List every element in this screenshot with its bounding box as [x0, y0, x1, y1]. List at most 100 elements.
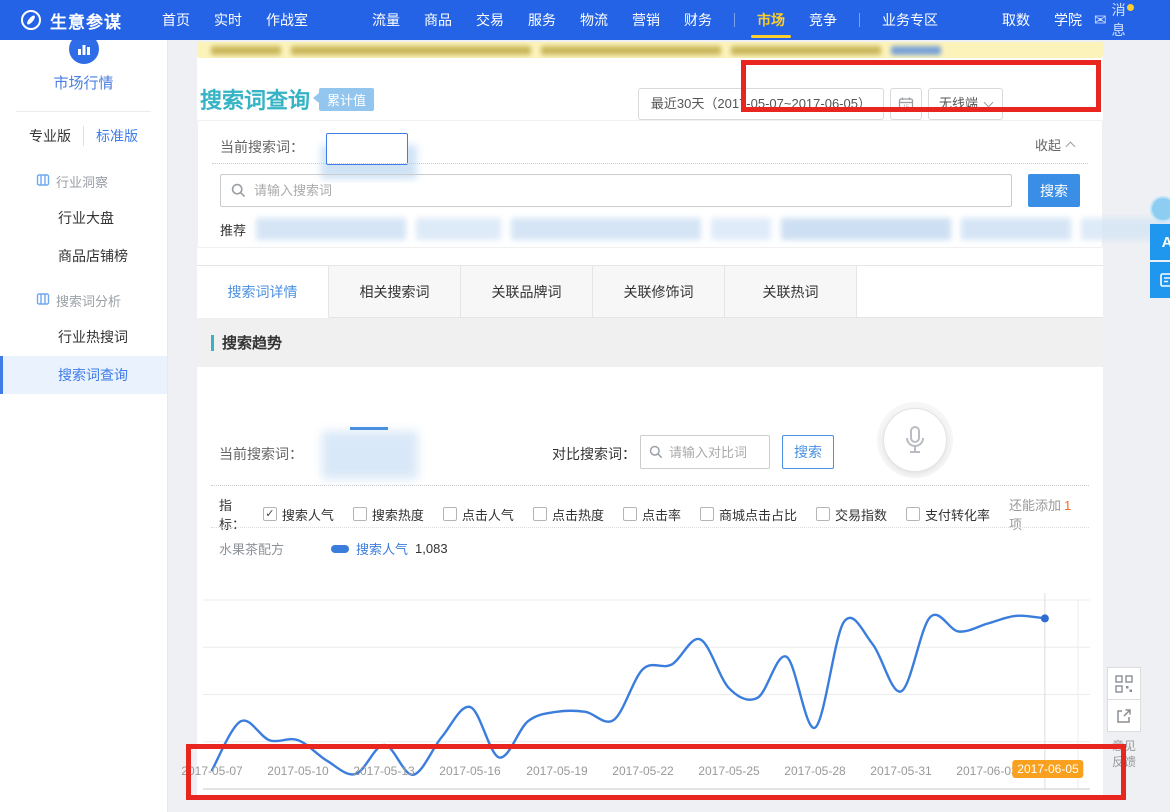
microphone-icon	[902, 425, 928, 455]
nav-item-首页[interactable]: 首页	[150, 0, 202, 40]
sidebar-item-行业热搜词[interactable]: 行业热搜词	[0, 318, 167, 356]
tab-相关搜索词[interactable]: 相关搜索词	[329, 265, 461, 318]
recommend-redacted[interactable]	[781, 218, 951, 240]
nav-item-流量[interactable]: 流量	[360, 0, 412, 40]
notice-banner[interactable]	[197, 42, 1103, 58]
checkbox-unchecked-icon[interactable]	[700, 507, 714, 521]
metric-label: 支付转化率	[925, 505, 990, 524]
nav-item-服务[interactable]: 服务	[516, 0, 568, 40]
x-tick-label: 2017-05-25	[698, 764, 759, 778]
collapse-label: 收起	[1035, 135, 1061, 154]
share-icon[interactable]	[1107, 699, 1141, 732]
sidebar-item-搜索词查询[interactable]: 搜索词查询	[0, 356, 167, 394]
x-tick-label: 2017-05-31	[870, 764, 931, 778]
recommend-redacted[interactable]	[256, 218, 406, 240]
sidebar-module-title[interactable]: 市场行情	[0, 72, 167, 93]
compare-search-input[interactable]	[669, 445, 759, 460]
envelope-icon: ✉	[1094, 11, 1107, 29]
metric-checkbox-搜索热度[interactable]: 搜索热度	[353, 505, 424, 524]
feedback-link[interactable]: 意见 反馈	[1107, 738, 1141, 770]
ledger-icon	[36, 173, 50, 190]
metric-checkbox-商城点击占比[interactable]: 商城点击占比	[700, 505, 797, 524]
recommend-redacted[interactable]	[711, 218, 771, 240]
tab-关联修饰词[interactable]: 关联修饰词	[593, 265, 725, 318]
checkbox-checked-icon[interactable]: ✓	[263, 507, 277, 521]
x-tick-label: 2017-05-22	[612, 764, 673, 778]
sidebar-group-label: 搜索词分析	[56, 291, 121, 310]
trend-section-band: 搜索趋势	[197, 318, 1103, 367]
device-selector-value: 无线端	[939, 89, 978, 119]
nav-item-商品[interactable]: 商品	[412, 0, 464, 40]
svg-text:15: 15	[903, 105, 909, 111]
notice-link-redacted[interactable]	[891, 46, 941, 55]
checkbox-unchecked-icon[interactable]	[816, 507, 830, 521]
assistant-panel-icon[interactable]	[1150, 262, 1170, 298]
trend-body: 当前搜索词： 对比搜索词： 搜索 指标：✓搜索人气搜索热度点击人气点击热度点击率…	[197, 367, 1103, 800]
recommend-redacted[interactable]	[961, 218, 1071, 240]
legend-swatch[interactable]	[331, 545, 349, 553]
device-selector[interactable]: 无线端	[928, 88, 1003, 120]
voice-input-button[interactable]	[883, 408, 947, 472]
metric-checkbox-点击热度[interactable]: 点击热度	[533, 505, 604, 524]
trend-line-chart[interactable]	[197, 587, 1103, 747]
notice-redacted-text	[541, 46, 721, 55]
nav-item-实时[interactable]: 实时	[202, 0, 254, 40]
nav-item-物流[interactable]: 物流	[568, 0, 620, 40]
metric-checkbox-点击人气[interactable]: 点击人气	[443, 505, 514, 524]
nav-item-业务专区[interactable]: 业务专区	[870, 0, 950, 40]
chevron-up-icon	[1066, 142, 1076, 152]
nav-item-营销[interactable]: 营销	[620, 0, 672, 40]
metric-checkbox-搜索人气[interactable]: ✓搜索人气	[263, 505, 334, 524]
nav-item-作战室[interactable]: 作战室	[254, 0, 320, 40]
version-专业版[interactable]: 专业版	[17, 126, 83, 146]
nav-item-交易[interactable]: 交易	[464, 0, 516, 40]
tab-关联热词[interactable]: 关联热词	[725, 265, 857, 318]
nav-message[interactable]: ✉ 消息	[1094, 0, 1126, 40]
brand-logo-icon	[20, 9, 42, 31]
add-more-suffix: 项	[1009, 517, 1022, 532]
search-button[interactable]: 搜索	[1028, 174, 1080, 207]
x-tick-label: 2017-06-03	[956, 764, 1017, 778]
legend-series-name[interactable]: 搜索人气	[356, 539, 408, 558]
metric-checkbox-支付转化率[interactable]: 支付转化率	[906, 505, 990, 524]
divider	[211, 485, 1089, 486]
nav-item-财务[interactable]: 财务	[672, 0, 724, 40]
recommend-redacted[interactable]	[416, 218, 501, 240]
brand[interactable]: 生意参谋	[0, 8, 150, 33]
feedback-line2: 反馈	[1107, 754, 1141, 770]
keyword-search-input[interactable]	[254, 183, 1001, 198]
nav-divider	[859, 13, 860, 27]
current-keyword-tag[interactable]	[326, 133, 408, 165]
recommend-redacted[interactable]	[511, 218, 701, 240]
tab-关联品牌词[interactable]: 关联品牌词	[461, 265, 593, 318]
version-switch: 专业版标准版	[0, 112, 167, 156]
assistant-widget: A	[1150, 196, 1170, 298]
x-tick-label: 2017-05-07	[181, 764, 242, 778]
assistant-button[interactable]: A	[1150, 224, 1170, 260]
tab-搜索词详情[interactable]: 搜索词详情	[197, 265, 329, 318]
compare-search-button[interactable]: 搜索	[782, 435, 834, 469]
calendar-icon[interactable]: 15	[890, 88, 922, 120]
assistant-mascot-icon[interactable]	[1150, 196, 1170, 222]
version-标准版[interactable]: 标准版	[83, 126, 150, 146]
qr-code-icon[interactable]	[1107, 667, 1141, 700]
page-title: 搜索词查询	[200, 83, 310, 115]
nav-item-学院[interactable]: 学院	[1042, 0, 1094, 40]
checkbox-unchecked-icon[interactable]	[353, 507, 367, 521]
checkbox-unchecked-icon[interactable]	[443, 507, 457, 521]
nav-item-市场[interactable]: 市场	[745, 0, 797, 40]
legend-keyword: 水果茶配方	[219, 539, 331, 558]
sidebar-item-行业大盘[interactable]: 行业大盘	[0, 199, 167, 237]
nav-item-取数[interactable]: 取数	[990, 0, 1042, 40]
metric-checkbox-点击率[interactable]: 点击率	[623, 505, 681, 524]
side-tools: 意见 反馈	[1107, 668, 1141, 770]
date-range-selector[interactable]: 最近30天（2017-05-07~2017-06-05）	[638, 88, 884, 120]
checkbox-unchecked-icon[interactable]	[533, 507, 547, 521]
collapse-toggle[interactable]: 收起	[1035, 135, 1074, 154]
nav-item-竞争[interactable]: 竞争	[797, 0, 849, 40]
sidebar-item-商品店铺榜[interactable]: 商品店铺榜	[0, 237, 167, 275]
feedback-line1: 意见	[1107, 738, 1141, 754]
checkbox-unchecked-icon[interactable]	[623, 507, 637, 521]
metric-checkbox-交易指数[interactable]: 交易指数	[816, 505, 887, 524]
checkbox-unchecked-icon[interactable]	[906, 507, 920, 521]
